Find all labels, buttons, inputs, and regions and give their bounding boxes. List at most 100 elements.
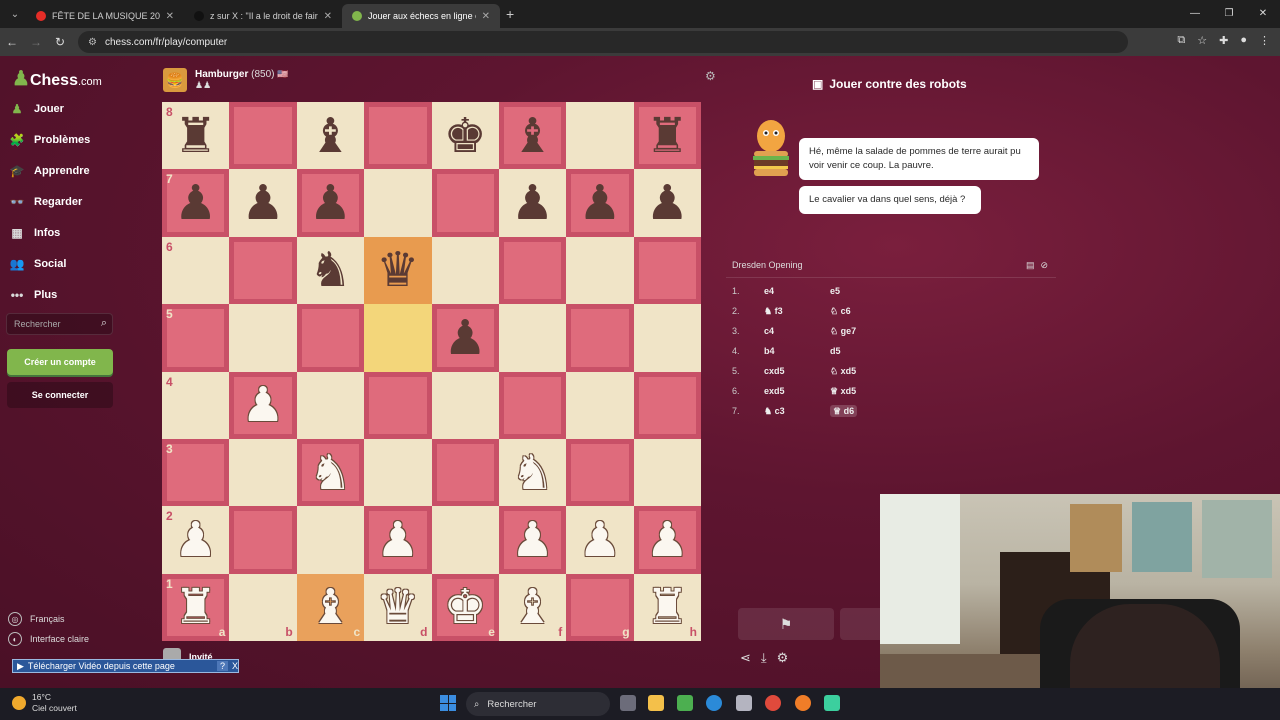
square-b7[interactable]: ♟ [229,169,297,237]
bookmark-star-icon[interactable]: ☆ [1197,34,1207,47]
square-e6[interactable] [431,236,499,305]
square-h6[interactable] [633,236,701,305]
white-move[interactable]: e4 [764,286,830,296]
sidebar-item-jouer[interactable]: ♟ Jouer [8,100,64,118]
square-e1[interactable]: e ♚ [431,573,499,641]
black-pawn-piece[interactable]: ♟ [511,179,554,227]
square-a5[interactable]: 5 [162,304,230,372]
menu-icon[interactable]: ⋮ [1259,34,1270,47]
black-king-piece[interactable]: ♚ [444,112,487,160]
firefox-icon[interactable] [795,695,811,711]
url-field[interactable]: ⚙ chess.com/fr/play/computer [78,31,1128,53]
square-g8[interactable] [566,102,634,170]
book-icon[interactable]: ▤ [1026,260,1035,271]
white-rook-piece[interactable]: ♜ [646,583,689,631]
task-view-icon[interactable] [620,695,636,711]
square-e5[interactable]: ♟ [431,304,499,372]
extensions-icon[interactable]: ✚ [1219,34,1228,47]
square-b3[interactable] [229,438,297,507]
black-pawn-piece[interactable]: ♟ [242,179,285,227]
sidebar-search-input[interactable]: Rechercher ⌕ [6,313,113,335]
square-h2[interactable]: ♟ [633,506,701,574]
black-pawn-piece[interactable]: ♟ [444,314,487,362]
square-c4[interactable] [296,371,365,439]
white-move[interactable]: ♞ c3 [764,406,830,417]
square-h5[interactable] [633,304,701,372]
white-move[interactable]: b4 [764,346,830,356]
white-move[interactable]: ♞ f3 [764,306,830,317]
resign-button[interactable]: ⚑ [738,608,834,640]
square-g5[interactable] [566,304,634,372]
browser-tab[interactable]: Jouer aux échecs en ligne contr ✕ [342,4,500,28]
edge-icon[interactable] [706,695,722,711]
white-move[interactable]: cxd5 [764,366,830,377]
browser-tab[interactable]: FÊTE DE LA MUSIQUE 2025 - Yo ✕ [26,4,184,28]
profile-icon[interactable]: ● [1240,34,1247,47]
square-d5[interactable] [364,304,432,372]
black-move[interactable]: d5 [830,346,890,356]
forward-icon[interactable]: → [24,35,48,49]
app-icon[interactable] [824,695,840,711]
tab-close-icon[interactable]: ✕ [482,11,490,22]
square-b2[interactable] [229,506,297,574]
store-icon[interactable] [736,695,752,711]
white-queen-piece[interactable]: ♛ [376,583,419,631]
login-button[interactable]: Se connecter [7,382,113,408]
language-selector[interactable]: ◎ Français [8,612,65,626]
black-queen-piece[interactable]: ♛ [376,246,419,294]
back-icon[interactable]: ← [0,35,24,49]
white-pawn-piece[interactable]: ♟ [376,516,419,564]
install-icon[interactable]: ⧉ [1177,34,1185,47]
black-bishop-piece[interactable]: ♝ [511,112,554,160]
white-bishop-piece[interactable]: ♝ [309,583,352,631]
square-g2[interactable]: ♟ [566,506,634,574]
white-pawn-piece[interactable]: ♟ [578,516,621,564]
white-pawn-piece[interactable]: ♟ [174,516,217,564]
bot-avatar[interactable]: 🍔 [163,68,187,92]
square-f7[interactable]: ♟ [498,169,567,237]
black-move[interactable]: ♕ xd5 [830,386,890,397]
new-tab-button[interactable]: + [506,6,514,22]
tab-close-icon[interactable]: ✕ [324,11,332,22]
square-e7[interactable] [431,169,499,237]
white-move[interactable]: exd5 [764,386,830,397]
square-b5[interactable] [229,304,297,372]
square-g7[interactable]: ♟ [566,169,634,237]
chess-board[interactable]: 8 ♜ ♝ ♚ ♝ ♜ 7 ♟ ♟ ♟ ♟ ♟ ♟ 6 ♞ ♛ 5 ♟ 4 ♟ 3 ♞ ♞ 2 ♟ ♟ ♟ ♟ ♟ 1 a ♜ b c ♝ d ♛ e ♚ f… [162,102,701,641]
sidebar-item-plus[interactable]: ••• Plus [8,286,58,304]
download-icon[interactable]: ⤓ [761,650,767,666]
black-pawn-piece[interactable]: ♟ [309,179,352,227]
sidebar-item-apprendre[interactable]: 🎓 Apprendre [8,162,90,180]
restore-icon[interactable]: ❐ [1212,0,1246,28]
black-knight-piece[interactable]: ♞ [309,246,352,294]
square-b8[interactable] [229,102,297,170]
browser-tab[interactable]: z sur X : "Il a le droit de faire un ✕ [184,4,342,28]
square-c3[interactable]: ♞ [296,438,365,507]
black-pawn-piece[interactable]: ♟ [646,179,689,227]
square-h7[interactable]: ♟ [633,169,701,237]
video-download-bar[interactable]: ▶ Télécharger Vidéo depuis cette page ? … [12,659,239,673]
square-h8[interactable]: ♜ [633,102,701,170]
square-g4[interactable] [566,371,634,439]
create-account-button[interactable]: Créer un compte [7,349,113,375]
square-g1[interactable]: g [566,573,634,641]
square-c7[interactable]: ♟ [296,169,365,237]
square-a8[interactable]: 8 ♜ [162,102,230,170]
white-pawn-piece[interactable]: ♟ [242,381,285,429]
square-b4[interactable]: ♟ [229,371,297,439]
square-d8[interactable] [364,102,432,170]
black-move[interactable]: ♘ xd5 [830,366,890,377]
theme-toggle[interactable]: ◐ Interface claire [8,632,89,646]
square-c6[interactable]: ♞ [296,236,365,305]
white-king-piece[interactable]: ♚ [444,583,487,631]
square-f2[interactable]: ♟ [498,506,567,574]
sidebar-item-infos[interactable]: ▦ Infos [8,224,60,242]
settings-gear-icon[interactable]: ⚙ [777,650,789,666]
square-a3[interactable]: 3 [162,438,230,507]
white-knight-piece[interactable]: ♞ [309,449,352,497]
square-c5[interactable] [296,304,365,372]
nvidia-icon[interactable] [677,695,693,711]
black-move[interactable]: ♘ ge7 [830,326,890,337]
square-d7[interactable] [364,169,432,237]
start-button[interactable] [440,695,456,711]
